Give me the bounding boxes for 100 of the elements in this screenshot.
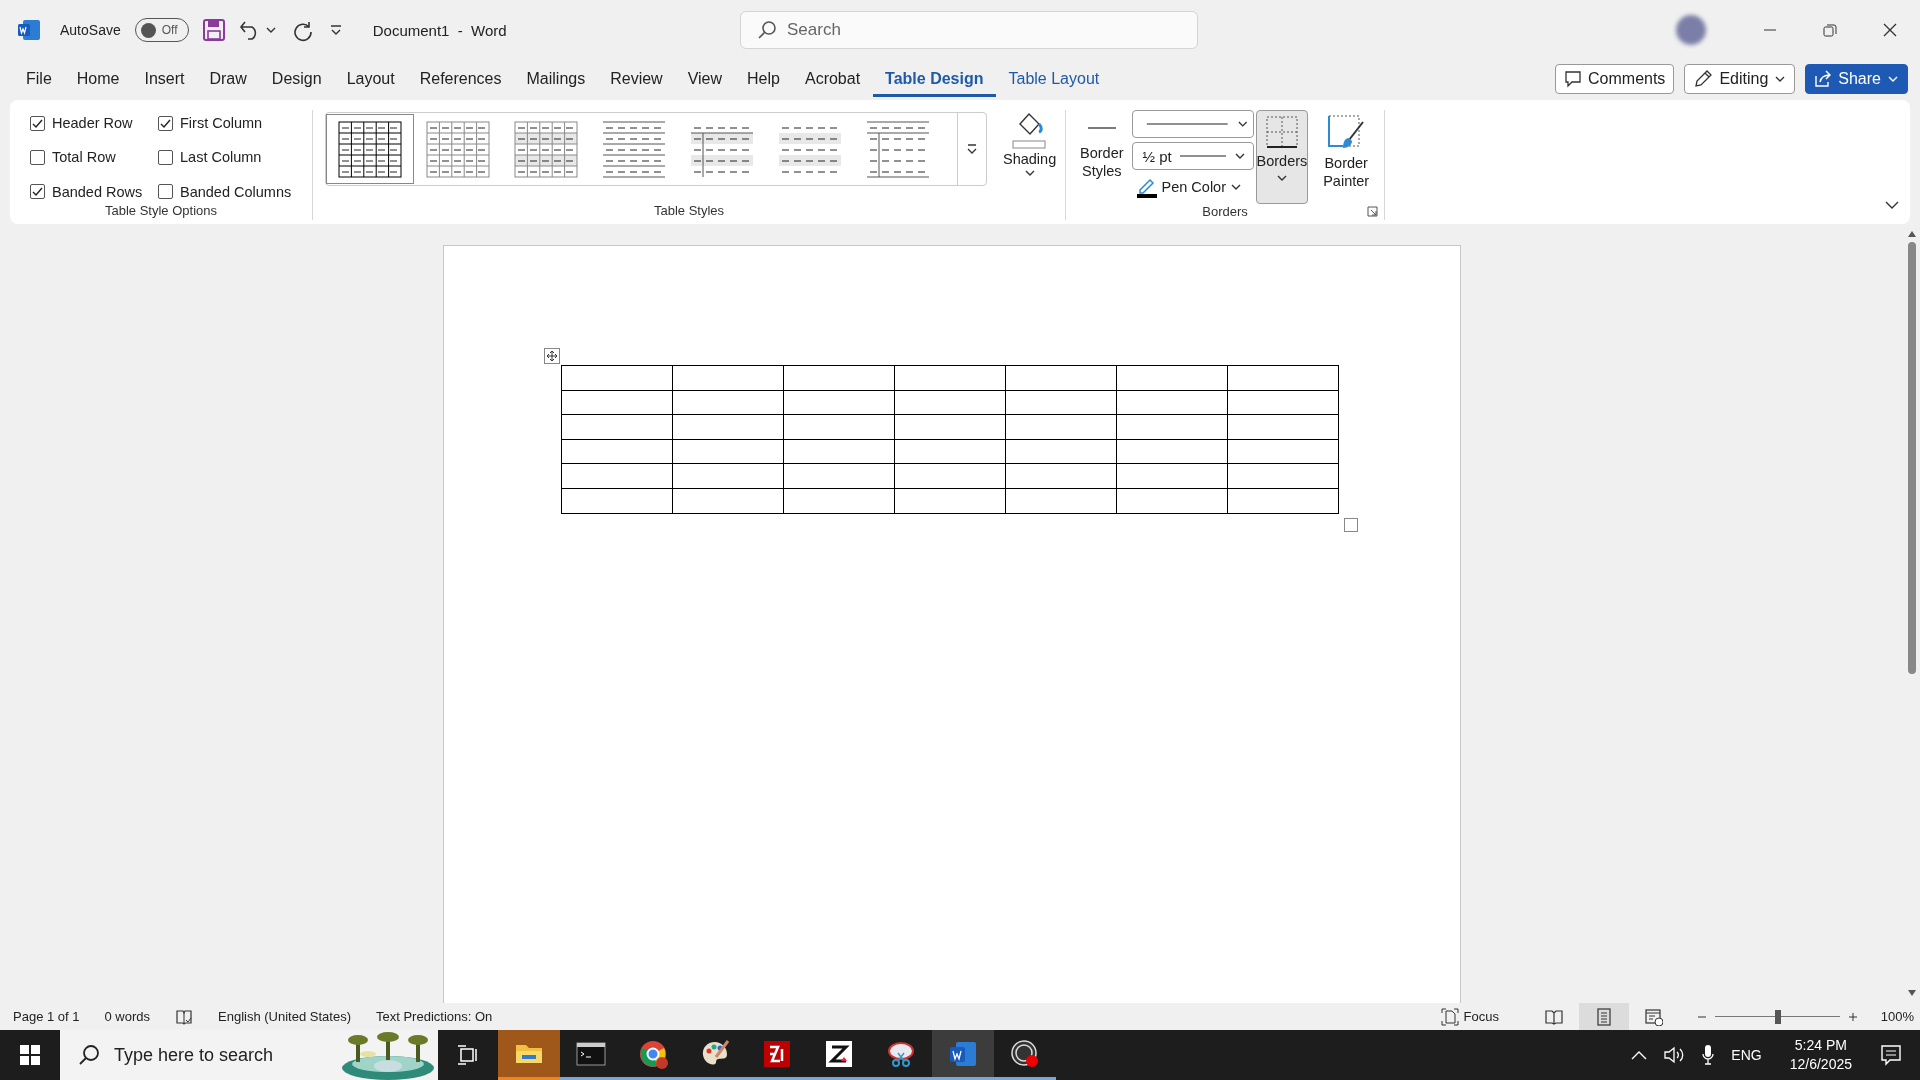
- checkbox[interactable]: [158, 150, 173, 165]
- view-icon: [1645, 1007, 1663, 1026]
- ribbon-tab[interactable]: Table Layout: [996, 61, 1112, 97]
- close-icon: [1883, 23, 1897, 37]
- line-icon: [1087, 127, 1116, 129]
- view-icon: [1595, 1007, 1613, 1026]
- checkbox[interactable]: [30, 184, 45, 200]
- language-indicator[interactable]: ENG: [1731, 1047, 1762, 1063]
- caret-icon: [1275, 173, 1288, 183]
- view-icon: [1545, 1007, 1563, 1026]
- checkbox-label: First Column: [180, 115, 263, 132]
- microphone-icon[interactable]: [1701, 1044, 1716, 1066]
- line-style-dropdown[interactable]: [1131, 110, 1254, 138]
- ribbon-tab[interactable]: Home: [64, 61, 132, 97]
- checkbox[interactable]: [30, 150, 45, 165]
- checkbox[interactable]: [30, 115, 45, 131]
- windows-logo-icon: [20, 1045, 40, 1065]
- chevron-up-icon[interactable]: [1631, 1050, 1648, 1060]
- status-text[interactable]: 0 words: [104, 1009, 151, 1024]
- zoom-level[interactable]: 100%: [1866, 1009, 1920, 1024]
- status-text: English (United States): [218, 1009, 351, 1024]
- border-grid-icon: [1264, 115, 1299, 149]
- app-tile-icon: [824, 1038, 854, 1069]
- ribbon-tab[interactable]: References: [407, 61, 514, 97]
- save-icon[interactable]: [202, 19, 225, 41]
- comments-button[interactable]: Comments: [1555, 64, 1675, 94]
- record-circle-icon: [1010, 1038, 1040, 1069]
- table-move-handle-icon[interactable]: [544, 348, 560, 364]
- group-label: Borders: [1202, 204, 1248, 221]
- caret-icon: [1023, 168, 1036, 178]
- pen-icon: [1135, 176, 1158, 198]
- share-icon: [1814, 70, 1833, 88]
- status-text[interactable]: Page 1 of 1: [13, 1009, 80, 1024]
- browser-icon: [638, 1038, 668, 1069]
- app-tile-icon: [762, 1038, 792, 1069]
- search-field[interactable]: Search: [740, 11, 1198, 49]
- scroll-down-icon[interactable]: [1907, 989, 1917, 997]
- table-style-thumbnail[interactable]: [326, 114, 414, 184]
- checkbox-label: Total Row: [52, 149, 116, 166]
- share-button[interactable]: Share: [1805, 64, 1908, 94]
- pen-color-button[interactable]: Pen Color: [1131, 174, 1254, 198]
- clock-date[interactable]: 12/6/2025: [1789, 1055, 1852, 1074]
- task-view-icon: [457, 1045, 479, 1065]
- avatar-icon[interactable]: [1676, 15, 1706, 45]
- checkbox[interactable]: [158, 115, 173, 131]
- proofing-book-icon[interactable]: [175, 1007, 194, 1026]
- editing-button[interactable]: Editing: [1684, 64, 1796, 94]
- dialog-launcher-icon[interactable]: [1367, 206, 1378, 217]
- speaker-icon[interactable]: [1663, 1045, 1686, 1065]
- table-resize-handle[interactable]: [1344, 518, 1358, 532]
- caret-icon: [1774, 74, 1787, 84]
- ribbon-tab[interactable]: Help: [735, 61, 792, 97]
- scroll-up-icon[interactable]: [1907, 230, 1917, 238]
- checkbox-label: Banded Columns: [180, 183, 292, 200]
- checkbox[interactable]: [158, 184, 173, 200]
- search-icon: [757, 20, 777, 40]
- pencil-icon: [1693, 69, 1714, 89]
- more-icon: [966, 143, 978, 155]
- ribbon-tab[interactable]: Review: [598, 61, 675, 97]
- ribbon-tab[interactable]: Mailings: [514, 61, 598, 97]
- ribbon-tab[interactable]: Layout: [334, 61, 407, 97]
- caret-icon: [1233, 151, 1246, 161]
- notification-icon[interactable]: [1880, 1044, 1902, 1066]
- group-label: Table Styles: [653, 203, 725, 220]
- customize-icon[interactable]: [328, 23, 343, 37]
- clock-time[interactable]: 5:24 PM: [1794, 1036, 1847, 1055]
- caret-icon: [1230, 182, 1242, 192]
- zoom-in-icon[interactable]: [1848, 1011, 1858, 1022]
- autosave-label: AutoSave: [60, 22, 121, 38]
- shading-button[interactable]: Shading: [997, 110, 1063, 203]
- ribbon-tab[interactable]: Insert: [132, 61, 197, 97]
- word-logo-icon: [18, 20, 40, 40]
- search-icon: [78, 1044, 100, 1066]
- comment-icon: [1564, 70, 1582, 88]
- borders-button[interactable]: Borders: [1255, 110, 1309, 204]
- ribbon-tab[interactable]: Draw: [197, 61, 259, 97]
- checkbox-label: Last Column: [180, 149, 262, 166]
- ribbon-tab[interactable]: Table Design: [873, 61, 996, 97]
- checkbox-label: Header Row: [52, 115, 133, 132]
- line-weight-dropdown[interactable]: ½ pt: [1131, 142, 1254, 170]
- print-layout-button[interactable]: [1579, 1003, 1629, 1030]
- caret-icon[interactable]: [264, 25, 277, 35]
- checkbox-label: Banded Rows: [52, 183, 143, 200]
- border-painter-button[interactable]: Border Painter: [1308, 110, 1384, 204]
- ribbon-tab[interactable]: Acrobat: [792, 61, 873, 97]
- ribbon-tab[interactable]: Design: [259, 61, 334, 97]
- border-styles-button[interactable]: Border Styles: [1074, 110, 1130, 204]
- caret-icon: [1887, 74, 1899, 84]
- ribbon-tab[interactable]: File: [14, 61, 64, 97]
- status-text: Text Predictions: On: [376, 1009, 493, 1024]
- ribbon-tab[interactable]: View: [675, 61, 735, 97]
- scrollbar-thumb[interactable]: [1908, 242, 1916, 674]
- collapse-icon[interactable]: [1884, 200, 1900, 210]
- document-title: Document1 - Word: [372, 21, 507, 39]
- group-label: Table Style Options: [105, 203, 217, 220]
- restore-icon: [1823, 23, 1837, 37]
- zoom-slider-thumb[interactable]: [1774, 1009, 1781, 1024]
- focus-button[interactable]: Focus: [1440, 1007, 1499, 1026]
- focus-icon: [1440, 1007, 1459, 1026]
- document-table[interactable]: [561, 365, 1339, 514]
